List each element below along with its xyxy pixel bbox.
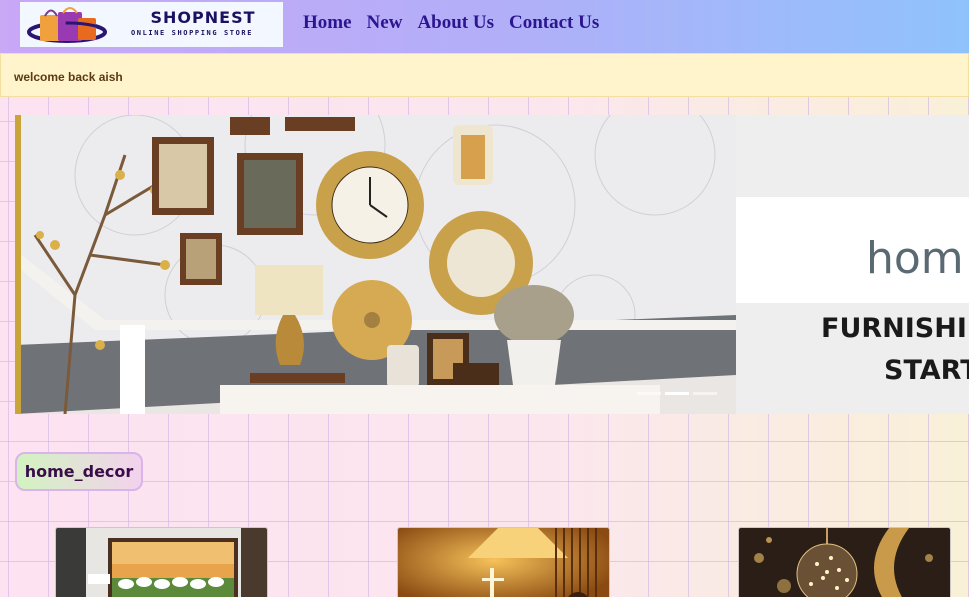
category-home-decor-button[interactable]: home_decor [15,452,143,491]
shopping-bag-logo-icon [27,7,107,43]
nav-link-contact-us[interactable]: Contact Us [509,12,599,34]
carousel-slide-home-decor-image [15,115,736,414]
product-card[interactable] [397,527,610,597]
next-slide-brand: hom [866,233,964,284]
logo-subtitle: ONLINE SHOPPING STORE [130,29,254,37]
navbar: SHOPNEST ONLINE SHOPPING STORE Home New … [0,0,969,53]
carousel-indicator[interactable] [693,392,717,395]
product-card[interactable] [55,527,268,597]
product-image-wall-art-horses [56,528,267,597]
nav-link-about-us[interactable]: About Us [417,12,494,34]
logo-title: SHOPNEST [150,8,256,27]
product-image-table-lamp [398,528,609,597]
carousel-indicator-active[interactable] [665,392,689,395]
product-card[interactable] [738,527,951,597]
hero-carousel[interactable]: hom FURNISHI START [15,115,969,414]
carousel-next-slide: hom FURNISHI START [736,115,969,414]
next-slide-headline: FURNISHI [821,313,967,344]
carousel-indicators [637,392,717,395]
product-image-glass-globe-lights [739,528,950,597]
next-slide-subheadline: START [884,355,969,386]
nav-link-new[interactable]: New [367,12,403,34]
nav-link-home[interactable]: Home [303,12,352,34]
shopnest-logo[interactable]: SHOPNEST ONLINE SHOPPING STORE [20,2,283,47]
nav-links: Home New About Us Contact Us [303,12,614,34]
welcome-message: welcome back aish [0,53,969,97]
carousel-indicator[interactable] [637,392,661,395]
